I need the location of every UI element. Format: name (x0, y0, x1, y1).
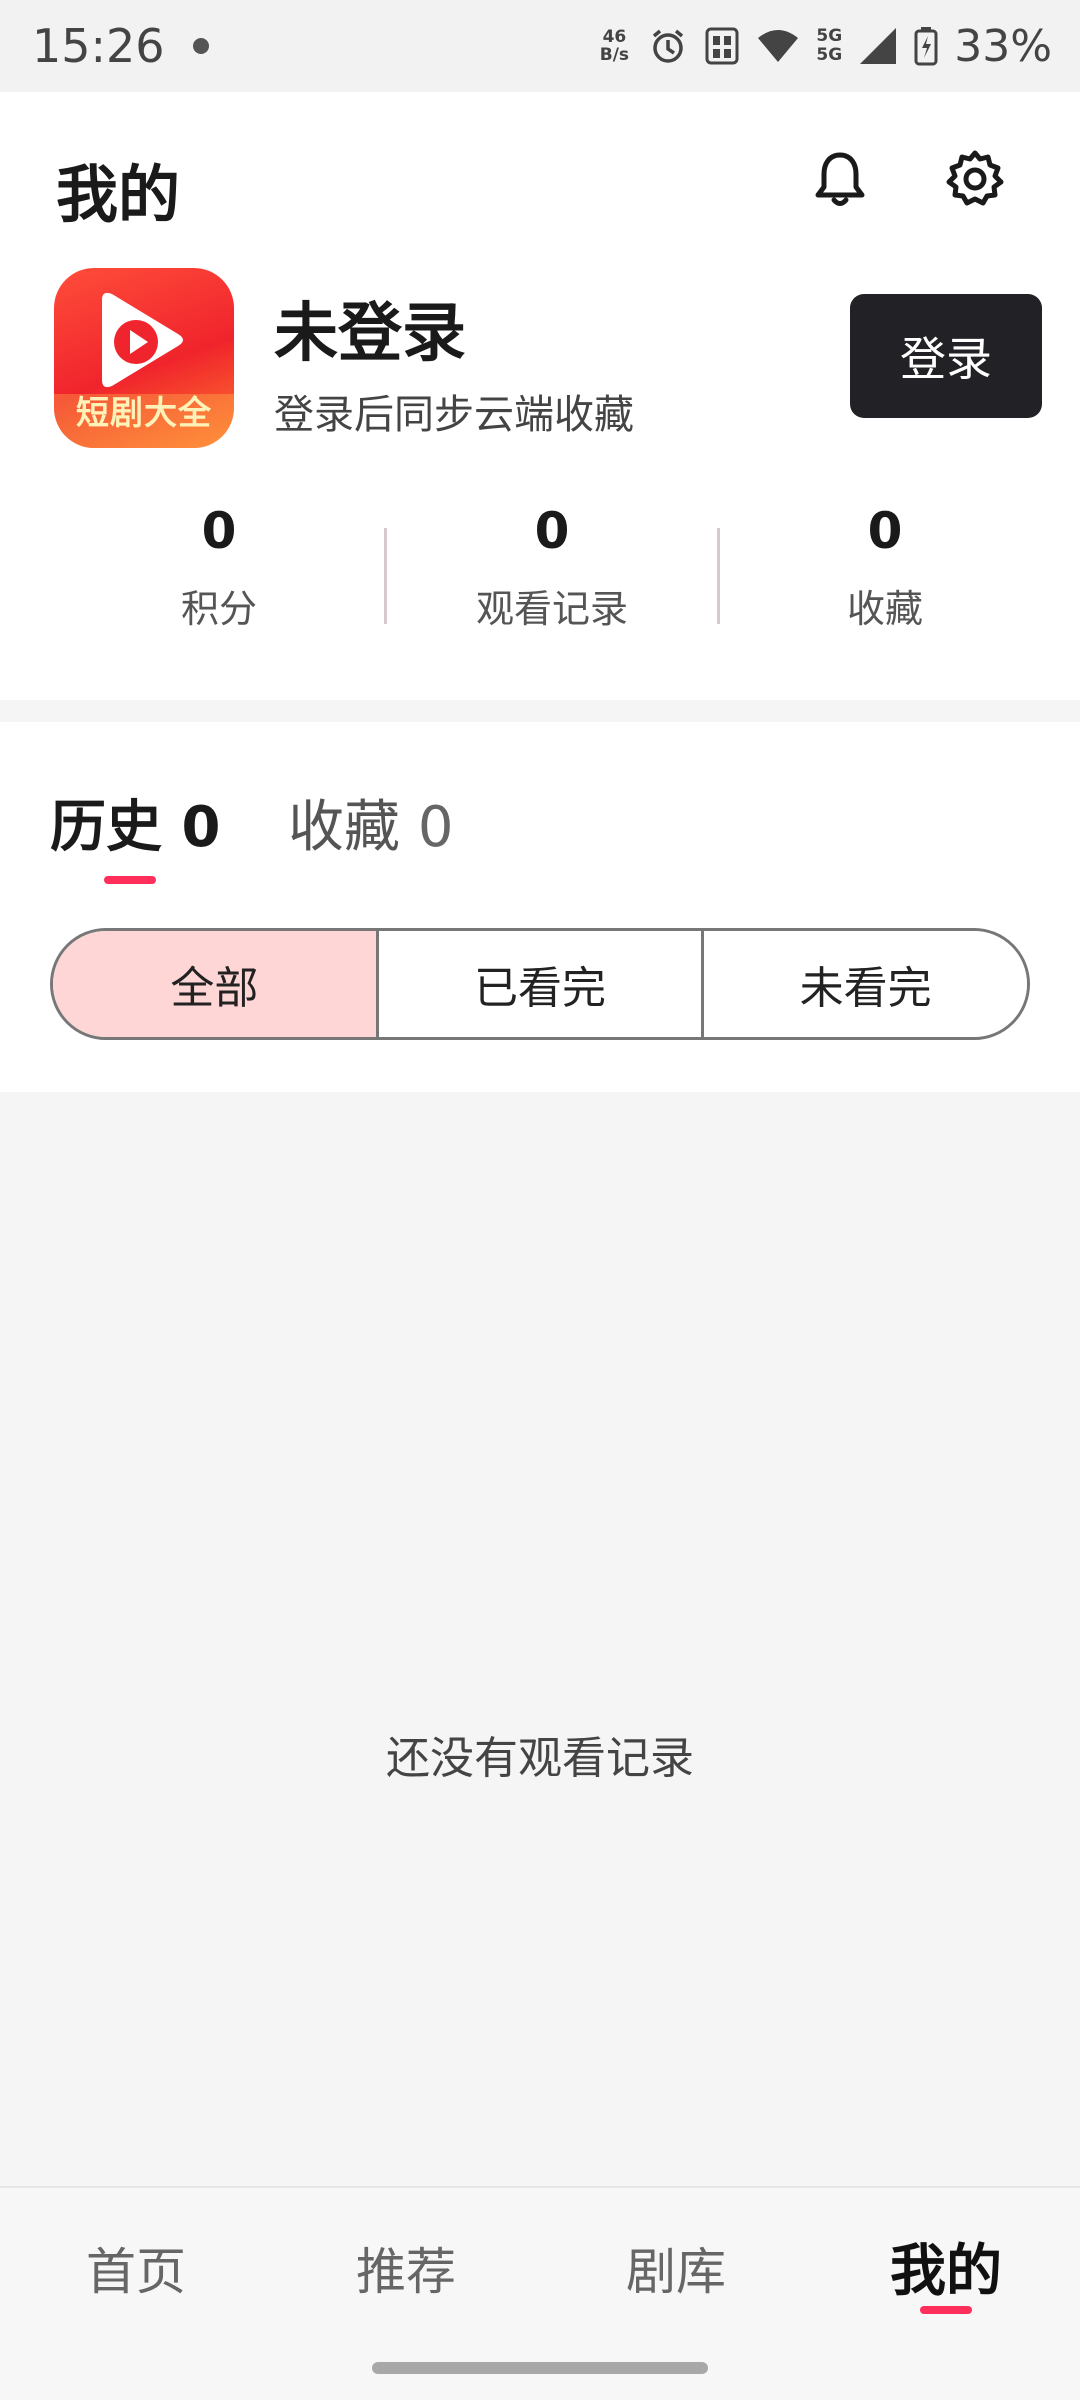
history-section: 历史 0 收藏 0 全部 已看完 未看完 (0, 722, 1080, 1092)
signal-icon (858, 26, 898, 66)
wifi-icon (756, 28, 800, 64)
page: 15:26 46 B/s 5G 5G 33% 我的 短剧大全 未登录 登录后同步… (0, 0, 1080, 2400)
stat-value: 0 (867, 502, 903, 560)
nav-mine[interactable]: 我的 (856, 2226, 1036, 2307)
stats-row: 0 积分 0 观看记录 0 收藏 (0, 502, 1080, 642)
stat-value: 0 (201, 502, 237, 560)
stat-favorites[interactable]: 0 收藏 (720, 502, 1050, 642)
network-speed-unit: B/s (599, 45, 630, 65)
nav-home[interactable]: 首页 (46, 2232, 226, 2304)
tab-count: 0 (417, 795, 454, 860)
status-icons: 46 B/s 5G 5G 33% (596, 21, 1052, 72)
alarm-icon (648, 26, 688, 66)
filter-segmented-control: 全部 已看完 未看完 (50, 928, 1030, 1040)
network-speed-value: 46 (602, 27, 627, 47)
battery-percent: 33% (954, 20, 1052, 72)
profile-card: 我的 短剧大全 未登录 登录后同步云端收藏 登录 0 积分 0 观看记录 0 收… (0, 92, 1080, 700)
battery-icon (914, 26, 938, 66)
status-time: 15:26 (32, 19, 165, 73)
filter-unfinished[interactable]: 未看完 (704, 931, 1027, 1037)
sim-icon (704, 26, 740, 66)
stat-watch-history[interactable]: 0 观看记录 (387, 502, 717, 642)
status-bar: 15:26 46 B/s 5G 5G 33% (0, 0, 1080, 92)
network-type-bottom: 5G (816, 45, 843, 65)
nav-recommend[interactable]: 推荐 (316, 2232, 496, 2304)
page-title: 我的 (56, 158, 181, 231)
user-name: 未登录 (274, 297, 466, 371)
user-subtitle: 登录后同步云端收藏 (274, 392, 634, 438)
tab-favorites[interactable]: 收藏 0 (288, 782, 453, 863)
stat-label: 积分 (180, 587, 257, 631)
nav-library[interactable]: 剧库 (586, 2232, 766, 2304)
gear-icon[interactable] (940, 144, 1010, 214)
app-logo: 短剧大全 (54, 268, 234, 448)
network-speed: 46 B/s (596, 28, 632, 64)
bottom-nav: 首页 推荐 剧库 我的 (0, 2186, 1080, 2400)
filter-finished[interactable]: 已看完 (378, 931, 705, 1037)
bell-icon[interactable] (805, 144, 875, 214)
home-indicator[interactable] (372, 2362, 708, 2374)
notification-dot-icon (192, 38, 209, 54)
filter-all[interactable]: 全部 (53, 931, 379, 1037)
tab-count: 0 (181, 795, 221, 860)
stat-label: 收藏 (846, 587, 923, 631)
network-type: 5G 5G (816, 27, 842, 65)
nav-active-indicator (920, 2306, 972, 2314)
app-logo-text: 短剧大全 (76, 393, 212, 432)
stat-label: 观看记录 (475, 587, 628, 631)
stat-value: 0 (534, 502, 570, 560)
tab-history[interactable]: 历史 0 (50, 782, 220, 863)
empty-state-message: 还没有观看记录 (386, 1733, 694, 1784)
login-button[interactable]: 登录 (850, 294, 1042, 418)
network-type-top: 5G (816, 26, 843, 46)
tab-label: 历史 (50, 795, 162, 860)
tab-label: 收藏 (288, 795, 400, 860)
tab-active-indicator (104, 876, 156, 884)
stat-points[interactable]: 0 积分 (54, 502, 384, 642)
